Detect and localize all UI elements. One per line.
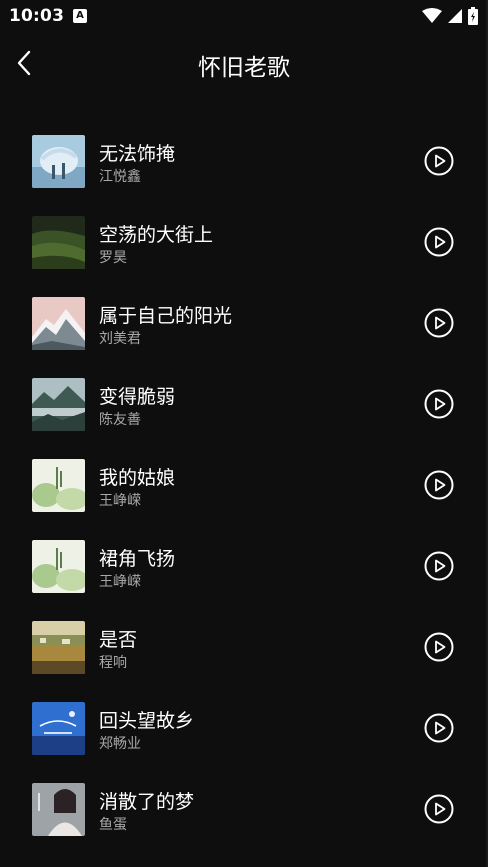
song-title: 是否 — [99, 629, 138, 651]
song-list: 无法饰掩 江悦鑫 空荡的大街上 罗昊 属于自己的阳光 刘美君 变得脆弱 陈友善 … — [0, 120, 488, 849]
album-cover — [32, 621, 85, 674]
song-artist: 刘美君 — [99, 331, 141, 347]
wifi-icon — [422, 8, 442, 23]
album-cover — [32, 216, 85, 269]
song-title: 我的姑娘 — [99, 467, 176, 489]
song-row[interactable]: 消散了的梦 鱼蛋 — [0, 768, 488, 849]
song-row[interactable]: 裙角飞扬 王峥嵘 — [0, 525, 488, 606]
song-artist: 鱼蛋 — [99, 817, 127, 833]
song-title: 无法饰掩 — [99, 143, 176, 165]
song-artist: 王峥嵘 — [99, 574, 141, 590]
song-title: 回头望故乡 — [99, 710, 195, 732]
song-row[interactable]: 回头望故乡 郑畅业 — [0, 687, 488, 768]
song-row[interactable]: 无法饰掩 江悦鑫 — [0, 120, 488, 201]
song-title: 裙角飞扬 — [99, 548, 176, 570]
play-circle-icon[interactable] — [424, 551, 454, 581]
play-circle-icon[interactable] — [424, 713, 454, 743]
a-box-icon: A — [73, 9, 87, 23]
album-cover — [32, 540, 85, 593]
album-cover — [32, 459, 85, 512]
song-row[interactable]: 空荡的大街上 罗昊 — [0, 201, 488, 282]
song-title: 变得脆弱 — [99, 386, 176, 408]
song-row[interactable]: 我的姑娘 王峥嵘 — [0, 444, 488, 525]
play-circle-icon[interactable] — [424, 794, 454, 824]
play-circle-icon[interactable] — [424, 308, 454, 338]
song-artist: 王峥嵘 — [99, 493, 141, 509]
battery-icon — [468, 7, 478, 25]
song-artist: 江悦鑫 — [99, 169, 141, 185]
song-title: 属于自己的阳光 — [99, 305, 233, 327]
album-cover — [32, 135, 85, 188]
play-circle-icon[interactable] — [424, 470, 454, 500]
album-cover — [32, 378, 85, 431]
song-title: 空荡的大街上 — [99, 224, 214, 246]
status-time: 10:03 — [9, 6, 65, 26]
song-row[interactable]: 变得脆弱 陈友善 — [0, 363, 488, 444]
status-icons — [422, 7, 478, 25]
play-circle-icon[interactable] — [424, 389, 454, 419]
song-row[interactable]: 是否 程响 — [0, 606, 488, 687]
song-row[interactable]: 属于自己的阳光 刘美君 — [0, 282, 488, 363]
album-cover — [32, 702, 85, 755]
song-title: 消散了的梦 — [99, 791, 195, 813]
play-circle-icon[interactable] — [424, 632, 454, 662]
cell-signal-icon — [448, 9, 462, 23]
album-cover — [32, 297, 85, 350]
song-artist: 程响 — [99, 655, 127, 671]
song-artist: 罗昊 — [99, 250, 127, 266]
song-artist: 郑畅业 — [99, 736, 141, 752]
play-circle-icon[interactable] — [424, 227, 454, 257]
header: 怀旧老歌 — [0, 40, 488, 90]
page-title: 怀旧老歌 — [198, 55, 290, 81]
play-circle-icon[interactable] — [424, 146, 454, 176]
album-cover — [32, 783, 85, 836]
status-bar: 10:03 A — [0, 0, 488, 32]
song-artist: 陈友善 — [99, 412, 141, 428]
